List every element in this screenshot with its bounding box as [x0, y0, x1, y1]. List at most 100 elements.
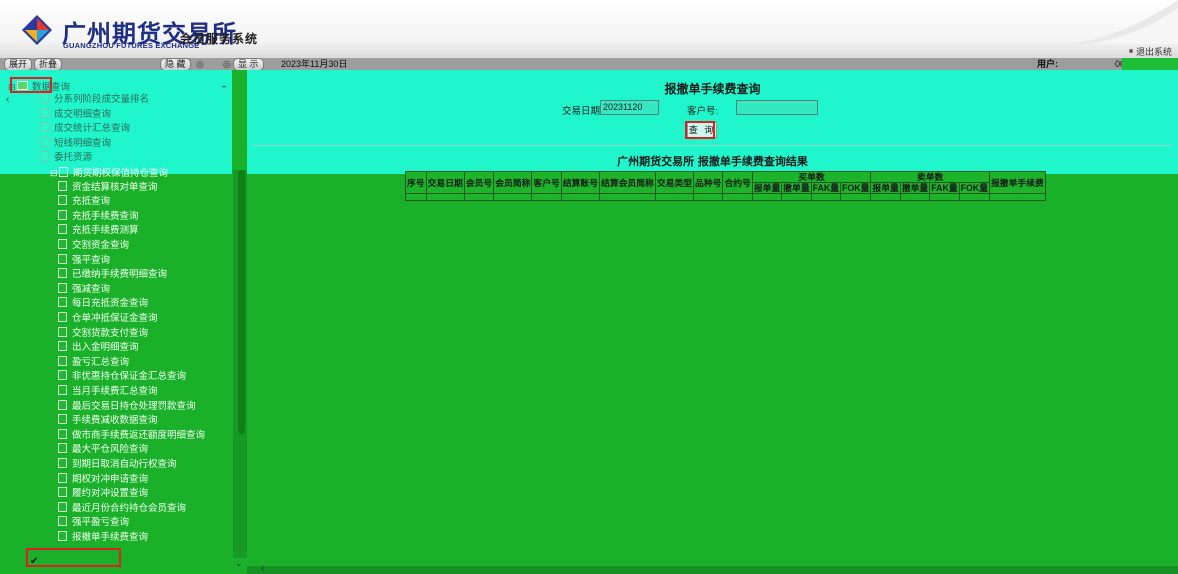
main-horizontal-scrollbar[interactable] [247, 566, 1178, 574]
sidebar-item-label: 委托资源 [54, 152, 93, 164]
sidebar-item[interactable]: 充抵手续费测算 [58, 224, 139, 238]
sidebar-item-label: 充抵手续费测算 [72, 225, 139, 237]
table-column-header: 报单量 [870, 182, 901, 194]
sidebar-item[interactable]: 分系列阶段成交量排名 [40, 93, 149, 107]
tree-toggle-icon[interactable]: ⊟ [50, 166, 58, 180]
sidebar-item[interactable]: 盈亏汇总查询 [58, 355, 130, 370]
document-icon [58, 516, 67, 527]
sidebar-item-label: 已缴纳手续费明细查询 [72, 269, 168, 281]
hide-icon: ◎ [196, 59, 204, 69]
customer-id-input[interactable] [736, 100, 818, 115]
table-header-row: 序号 交易日期 会员号 会员简称 客户号 结算账号 结算会员简称 交易类型 品种号 合约号 买单数卖… [405, 171, 1046, 194]
sidebar-item[interactable]: 到期日取消自动行权查询 [58, 458, 177, 472]
logo-english-name: GUANGZHOU FUTURES EXCHANGE [63, 41, 200, 50]
sidebar-item[interactable]: 期权对冲申请查询 [58, 472, 148, 487]
sidebar-item[interactable]: 最大平仓风险查询 [58, 443, 148, 457]
table-column-header: 合约号 [722, 171, 753, 194]
sidebar-item[interactable]: 交割货款支付查询 [58, 326, 149, 341]
sidebar-item[interactable]: 出入金明细查询 [58, 341, 139, 355]
toolbar: 展开 折叠 隐 藏 ◎ ◎ 显 示 2023年11月30日 用户: 001 [0, 58, 1178, 71]
document-icon [59, 167, 68, 177]
logout-link[interactable]: 退出系统 [1128, 45, 1172, 58]
document-icon [58, 224, 67, 235]
sidebar-item[interactable]: 当月手续费汇总查询 [58, 385, 158, 399]
sidebar-item[interactable]: 成交统计汇总查询 [40, 122, 130, 136]
table-column-header: 报撤单手续费 [989, 171, 1046, 194]
document-icon [58, 312, 67, 322]
document-icon [58, 355, 67, 366]
sidebar-item[interactable]: 交割资金查询 [58, 239, 129, 253]
sidebar-scroll-up-icon[interactable]: ⌃ [218, 84, 230, 94]
sidebar-item-label: 盈亏汇总查询 [72, 356, 130, 368]
sidebar-item[interactable]: 最后交易日持仓处理罚款查询 [58, 399, 196, 414]
table-cell [654, 193, 695, 201]
document-icon [58, 209, 67, 220]
bullet-icon [1128, 49, 1133, 53]
sidebar-item-label: 手续费减收数据查询 [72, 415, 158, 427]
sidebar-item[interactable]: 短线明细查询 [40, 136, 111, 151]
document-icon [58, 370, 67, 381]
document-icon [40, 136, 49, 147]
table-cell [781, 193, 812, 201]
sidebar-item[interactable]: 非优惠持仓保证金汇总查询 [58, 370, 186, 384]
table-column-header: FAK量 [929, 182, 960, 194]
sidebar-item[interactable]: 最近月份合约持仓会员查询 [58, 501, 186, 516]
sidebar-item[interactable]: 每日充抵资金查询 [58, 297, 148, 311]
sidebar-item[interactable]: 履约对冲设置查询 [58, 487, 148, 501]
table-column-header: 序号 [405, 171, 427, 194]
sidebar-item-label: 最大平仓风险查询 [72, 444, 149, 456]
tree-toggle-icon[interactable]: ⊟ [8, 80, 16, 94]
table-column-header: 客户号 [531, 171, 562, 194]
sidebar-item[interactable]: 已缴纳手续费明细查询 [58, 268, 167, 282]
table-cell [722, 193, 753, 201]
sidebar-item[interactable]: 委托资源 [40, 151, 92, 165]
table-column-header: 撤单量 [899, 182, 931, 194]
document-icon [58, 268, 67, 279]
table-cell [899, 193, 931, 201]
sidebar-item[interactable]: ⊟ 期货期权保值持仓查询 [50, 166, 168, 180]
sidebar-item[interactable]: 强平盈亏查询 [58, 516, 129, 530]
document-icon [40, 93, 49, 103]
main-scroll-left-icon[interactable]: ‹ [261, 563, 264, 574]
sidebar-item-label: 最后交易日持仓处理罚款查询 [72, 400, 196, 412]
sidebar-item-label: 交割货款支付查询 [72, 327, 149, 339]
document-icon [40, 107, 49, 118]
sidebar-item[interactable]: 强减查询 [58, 282, 110, 297]
table-column-header: 报单量 [751, 182, 783, 194]
sidebar-tree: ⊟ 数据查询 ⌃ ‹ 分系列阶段成交量排名 成交明细查询 成交统计汇总查询 短线明细查询… [0, 70, 232, 574]
table-column-header: FOK量 [840, 182, 872, 194]
table-cell [463, 193, 495, 201]
sidebar-item[interactable]: 成交明细查询 [40, 107, 111, 122]
sidebar-scroll-down-icon[interactable]: ⌄ [233, 558, 245, 570]
document-icon [58, 501, 67, 512]
table-cell [599, 193, 656, 201]
sidebar-item-label: 资金结算核对单查询 [72, 181, 158, 193]
table-column-header: 结算会员简称 [599, 171, 656, 194]
sidebar-item[interactable]: 强平查询 [58, 253, 110, 268]
tree-root-data-query[interactable]: ⊟ 数据查询 [8, 80, 70, 94]
table-column-header: 会员号 [463, 171, 495, 194]
table-column-header: 品种号 [693, 171, 724, 194]
sidebar-scroll-left-icon[interactable]: ‹ [6, 94, 9, 105]
sidebar-item[interactable]: 充抵查询 [58, 195, 110, 209]
document-icon [58, 443, 67, 454]
sidebar-item-label: 每日充抵资金查询 [72, 298, 149, 310]
sidebar-item[interactable]: 报撤单手续费查询 [58, 531, 148, 545]
document-icon [58, 239, 67, 249]
trade-date-input[interactable]: 20231120 [600, 100, 659, 115]
logout-label: 退出系统 [1135, 47, 1172, 57]
sidebar-item[interactable]: 手续费减收数据查询 [58, 414, 158, 428]
sidebar-item-label: 成交统计汇总查询 [54, 123, 131, 135]
sidebar-item[interactable]: 做市商手续费返还额度明细查询 [58, 428, 205, 443]
query-button[interactable]: 查 询 [687, 122, 717, 138]
sidebar-item-label: 报撤单手续费查询 [72, 532, 149, 543]
sidebar-item[interactable]: 充抵手续费查询 [58, 209, 139, 224]
user-label: 用户: [1037, 59, 1058, 69]
sidebar-item-label: 充抵手续费查询 [72, 210, 139, 222]
table-cell [493, 193, 533, 201]
sidebar-scrollbar-thumb[interactable] [238, 170, 245, 434]
sidebar-item[interactable]: 仓单冲抵保证金查询 [58, 312, 158, 326]
sidebar-item[interactable]: 资金结算核对单查询 [58, 180, 158, 195]
table-cell [531, 193, 562, 201]
table-cell [870, 193, 901, 201]
